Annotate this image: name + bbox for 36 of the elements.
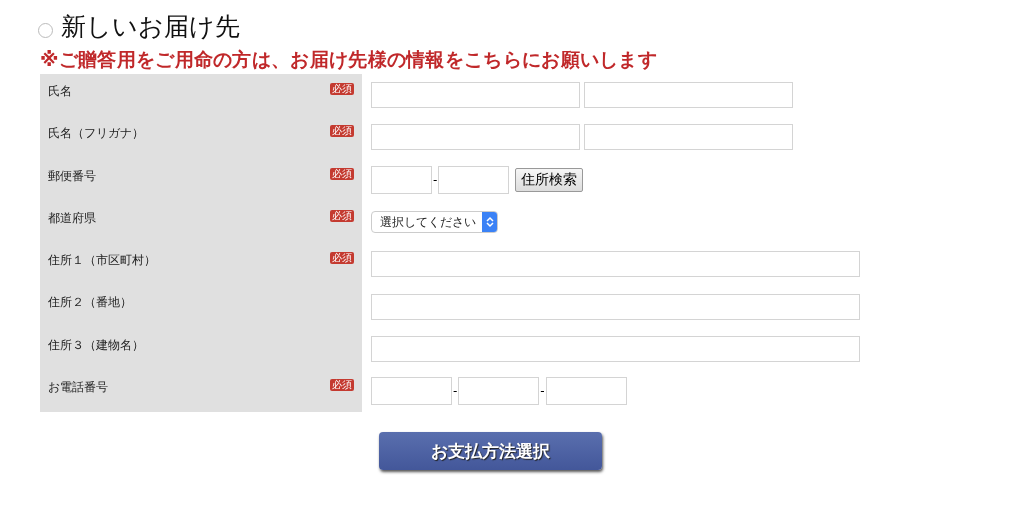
prefecture-select[interactable]: 選択してください — [371, 211, 498, 234]
field-label: 郵便番号 — [48, 167, 96, 185]
input-field[interactable] — [371, 293, 860, 320]
field-label: お電話番号 — [48, 379, 108, 397]
separator-text: - — [540, 384, 545, 399]
required-badge: 必須 — [330, 83, 354, 95]
field-label: 氏名（フリガナ） — [48, 125, 144, 143]
radio-button[interactable] — [38, 22, 53, 38]
input-field[interactable] — [371, 82, 580, 109]
updown-arrows-icon — [482, 212, 497, 233]
required-badge: 必須 — [330, 252, 354, 265]
field-label: 住所１（市区町村） — [48, 252, 156, 270]
input-field[interactable] — [371, 335, 860, 362]
required-badge: 必須 — [330, 125, 354, 138]
input-field[interactable] — [371, 377, 452, 406]
separator-text: - — [453, 384, 458, 399]
required-badge: 必須 — [330, 209, 354, 222]
input-field[interactable] — [371, 165, 432, 194]
input-field[interactable] — [584, 124, 793, 151]
input-field[interactable] — [438, 165, 510, 194]
field-label: 住所３（建物名） — [48, 336, 144, 354]
input-field[interactable] — [545, 377, 627, 406]
notice-text: ※ご贈答用をご用命の方は、お届け先様の情報をこちらにお願いします — [40, 47, 659, 72]
field-label: 都道府県 — [48, 209, 96, 227]
input-field[interactable] — [458, 377, 540, 406]
required-badge: 必須 — [330, 167, 354, 180]
required-badge: 必須 — [330, 379, 354, 392]
payment-method-button[interactable]: お支払方法選択 — [379, 432, 602, 471]
field-label: 氏名 — [48, 83, 72, 100]
input-field[interactable] — [584, 82, 793, 109]
address-search-button[interactable]: 住所検索 — [515, 167, 584, 192]
input-field[interactable] — [371, 124, 580, 151]
input-field[interactable] — [371, 251, 860, 278]
field-label: 住所２（番地） — [48, 294, 132, 312]
option-label: 新しいお届け先 — [61, 10, 240, 43]
separator-text: - — [433, 172, 438, 187]
